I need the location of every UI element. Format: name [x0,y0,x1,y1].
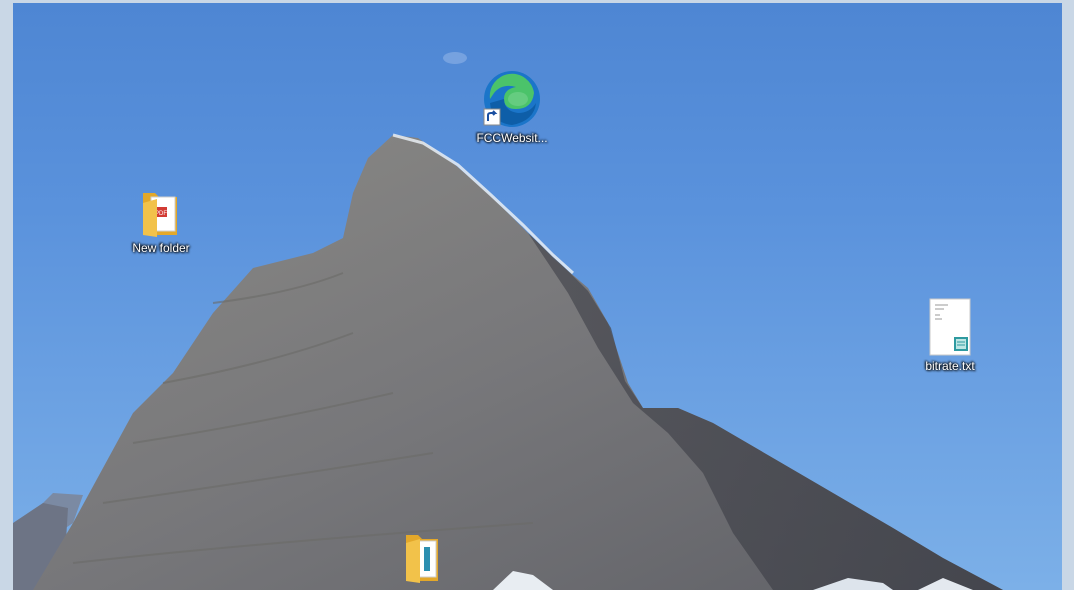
desktop-icon-label: New folder [132,241,190,255]
screen: FCCWebsit... PDF New folder bitrate.txt [0,0,1074,590]
desktop-icon-fccwebsite[interactable]: FCCWebsit... [467,69,557,145]
folder-pdf-icon: PDF [143,193,177,237]
text-file-icon [929,298,971,356]
desktop-icon-label: FCCWebsit... [476,131,548,145]
desktop-icon-bitrate-txt[interactable]: bitrate.txt [905,297,995,373]
edge-shortcut-icon [483,71,540,127]
desktop-icon-new-folder[interactable]: PDF New folder [116,189,206,255]
desktop-icon-folder[interactable] [377,531,467,585]
desktop[interactable]: FCCWebsit... PDF New folder bitrate.txt [13,3,1062,590]
desktop-icon-label: bitrate.txt [925,359,975,373]
folder-icon [406,535,438,583]
